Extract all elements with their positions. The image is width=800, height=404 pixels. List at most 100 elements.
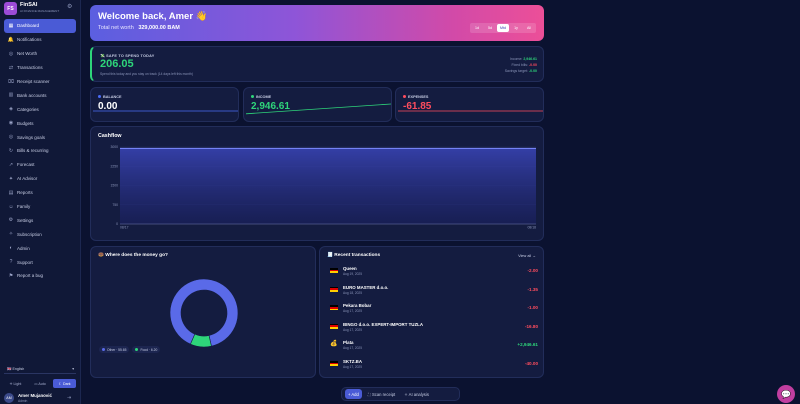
range-1y-button[interactable]: 1y — [510, 24, 522, 32]
theme-dark-button[interactable]: ☾ Dark — [53, 379, 77, 388]
sidebar-item-ai-advisor[interactable]: ✦ AI Advisor — [4, 172, 76, 186]
bank-accounts-icon: ▥ — [8, 92, 14, 99]
sidebar-item-settings[interactable]: ⚙ Settings — [4, 213, 76, 227]
transaction-date: Aug 18, 2025 — [343, 290, 362, 295]
net-worth-value: 329,000.00 BAM — [138, 25, 180, 31]
flag-stripe — [330, 308, 338, 311]
admin-icon: ◐ — [9, 245, 13, 252]
y-tick-label: 1500 — [110, 184, 118, 188]
sidebar-item-label: Settings — [17, 217, 34, 223]
breakdown-row: Savings target: -0.00 — [505, 68, 537, 74]
sidebar-item-label: Forecast — [17, 162, 35, 168]
breakdown-label: Fixed bills: — [511, 63, 530, 67]
report-a-bug-icon: ⚑ — [8, 272, 14, 279]
avatar: AM — [4, 393, 14, 403]
sidebar-item-subscription[interactable]: ✧ Subscription — [4, 227, 76, 241]
sidebar-item-label: Admin — [17, 245, 30, 251]
welcome-title: Welcome back, Amer 👋 — [98, 11, 208, 22]
breakdown-value: -0.00 — [529, 63, 537, 67]
german-flag-icon — [330, 360, 338, 366]
range-all-button[interactable]: All — [523, 24, 535, 32]
gear-icon[interactable]: ⚙ — [67, 3, 72, 10]
theme-auto-button[interactable]: ▭ Auto — [29, 379, 52, 388]
transaction-amount: -2.00 — [527, 268, 538, 273]
legend-item[interactable]: Food · 6.20 — [132, 346, 161, 353]
net-worth-label: Total net worth — [98, 25, 134, 31]
add-button[interactable]: + Add — [345, 389, 362, 399]
dot-icon — [403, 95, 406, 98]
range-mtd-button[interactable]: Mtd — [497, 24, 509, 32]
chat-icon[interactable]: 💬 — [777, 385, 795, 403]
sidebar-item-notifications[interactable]: 🔔 Notifications — [4, 33, 76, 47]
stat-value: 0.00 — [98, 101, 118, 112]
sidebar-item-support[interactable]: ? Support — [4, 255, 76, 269]
x-tick-label: 08/17 — [120, 226, 129, 230]
sidebar-item-dashboard[interactable]: ▦ Dashboard — [4, 19, 76, 33]
recent-transactions-card: 🧾 Recent transactions View all → Queen Au… — [319, 246, 544, 378]
user-name: Amer Mujanović — [18, 393, 52, 398]
reports-icon: ▤ — [8, 189, 14, 196]
range-1d-button[interactable]: 1d — [471, 24, 483, 32]
language-label: 🇬🇧 English — [7, 367, 25, 371]
sidebar-item-savings-goals[interactable]: ◎ Savings goals — [4, 130, 76, 144]
categories-icon: ◈ — [9, 106, 13, 113]
sidebar-item-categories[interactable]: ◈ Categories — [4, 102, 76, 116]
scan-receipt-button[interactable]: ⛶ Scan receipt — [365, 389, 398, 399]
flag-stripe — [330, 271, 338, 273]
sidebar-item-bank-accounts[interactable]: ▥ Bank accounts — [4, 88, 76, 102]
sidebar-item-bills-recurring[interactable]: ↻ Bills & recurring — [4, 144, 76, 158]
sidebar-item-budgets[interactable]: ◉ Budgets — [4, 116, 76, 130]
sidebar-item-receipt-scanner[interactable]: ⌧ Receipt scanner — [4, 75, 76, 89]
transaction-amount: -40.00 — [524, 360, 538, 366]
x-tick-label: 08/18 — [528, 226, 537, 230]
sidebar-item-label: Categories — [17, 106, 39, 112]
sidebar-item-net-worth[interactable]: ◎ Net Worth — [4, 47, 76, 61]
sidebar-nav: ▦ Dashboard 🔔 Notifications ◎ Net Worth ⇄ Trans… — [4, 19, 76, 283]
flag-stripe — [330, 364, 338, 366]
transaction-row[interactable]: EURO MASTER d.o.o. Aug 18, 2025 -1.35 — [330, 282, 538, 301]
sidebar-item-label: Report a bug — [17, 273, 44, 279]
transaction-row[interactable]: SKTZ.BA Aug 17, 2025 -40.00 — [330, 356, 538, 375]
stat-value: 2,946.61 — [251, 101, 290, 112]
transaction-row[interactable]: Queen Aug 19, 2025 -2.00 — [330, 263, 538, 282]
bills-recurring-icon: ↻ — [8, 147, 14, 154]
sidebar-item-reports[interactable]: ▤ Reports — [4, 186, 76, 200]
sidebar-item-admin[interactable]: ◐ Admin — [4, 241, 76, 255]
theme-light-button[interactable]: ☀ Light — [4, 379, 27, 388]
stat-label: INCOME — [251, 95, 271, 99]
support-icon: ? — [9, 259, 13, 266]
sidebar-item-label: Net Worth — [17, 51, 38, 57]
transaction-row[interactable]: 💰 Plata Aug 17, 2025 +2,946.61 — [330, 337, 538, 356]
stat-value: -61.85 — [403, 101, 432, 112]
stat-card-income: INCOME 2,946.61 — [243, 87, 392, 122]
range-5d-button[interactable]: 5d — [484, 24, 496, 32]
stat-label-text: INCOME — [256, 95, 272, 99]
dot-icon — [251, 95, 254, 98]
legend-label: Food · 6.20 — [140, 347, 158, 352]
transaction-row[interactable]: Pekara Bobar Aug 17, 2025 -1.00 — [330, 300, 538, 319]
german-flag-icon — [330, 268, 338, 273]
logout-icon[interactable]: ⇥ — [67, 395, 71, 401]
theme-switcher: ☀ Light ▭ Auto ☾ Dark — [4, 379, 77, 388]
language-select[interactable]: 🇬🇧 English ▾ — [4, 365, 76, 374]
ai-analysis-button[interactable]: ✧ AI analysis — [401, 389, 432, 399]
sidebar-item-family[interactable]: ☺ Family — [4, 200, 76, 214]
sidebar-item-label: Receipt scanner — [17, 79, 50, 84]
spending-legend: Other · 55.65 Food · 6.20 — [99, 346, 161, 353]
breakdown-value: -0.00 — [529, 69, 537, 73]
transaction-row[interactable]: BINGO d.o.o. EXPERT-IMPORT TUZLA Aug 17, … — [330, 319, 538, 338]
cashflow-card: Cashflow 0 750 1500 2250 3000 08/17 08/18 — [90, 126, 544, 241]
german-flag-icon — [330, 286, 338, 292]
sidebar-item-transactions[interactable]: ⇄ Transactions — [4, 61, 76, 75]
view-all-link[interactable]: View all → — [518, 254, 536, 258]
brand[interactable]: FS FinSAI AI FINANCE MANAGEMENT ⚙ — [4, 2, 79, 16]
transaction-name: EURO MASTER d.o.o. — [343, 284, 389, 290]
sidebar-item-forecast[interactable]: ↗ Forecast — [4, 158, 76, 172]
transactions-icon: ⇄ — [8, 64, 14, 71]
money-bag-icon: 💰 — [330, 341, 338, 348]
cashflow-area — [120, 148, 536, 224]
user-profile[interactable]: AM Amer Mujanović Admin ⇥ — [4, 392, 78, 404]
legend-item[interactable]: Other · 55.65 — [99, 346, 130, 353]
sidebar-item-report-a-bug[interactable]: ⚑ Report a bug — [4, 269, 76, 283]
transaction-amount: -16.80 — [524, 323, 538, 329]
